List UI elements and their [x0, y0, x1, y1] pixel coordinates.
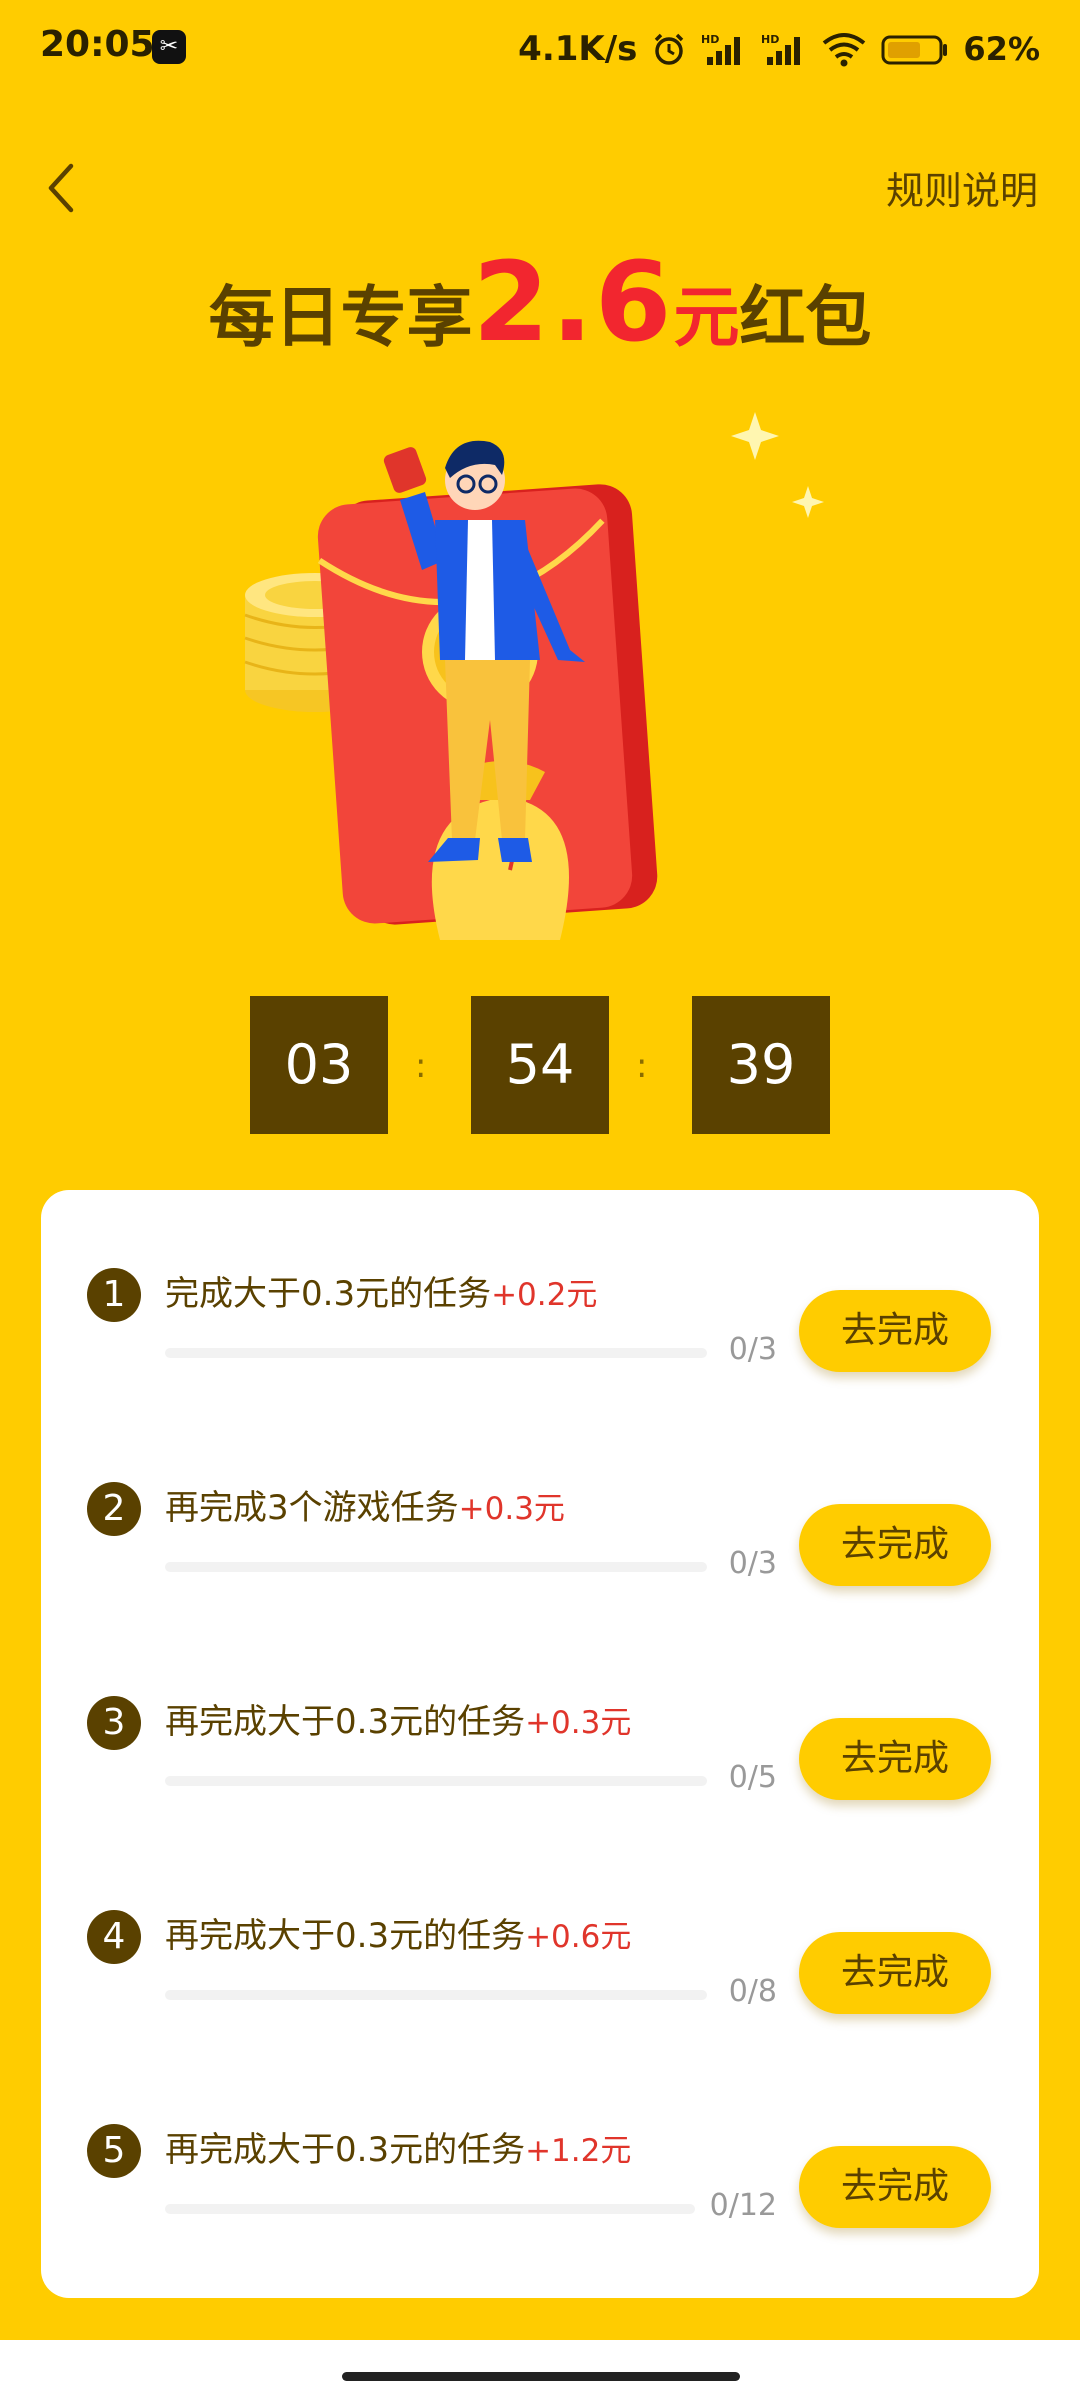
- hd-signal-icon: HD: [701, 33, 741, 65]
- countdown-minutes: 54: [471, 996, 609, 1134]
- title-suffix: 红包: [739, 279, 872, 356]
- countdown-separator: :: [415, 1046, 427, 1086]
- page-title: 每日专享2.6元红包: [0, 238, 1080, 366]
- home-indicator[interactable]: [342, 2372, 740, 2381]
- task-title-text: 完成大于0.3元的任务: [165, 1274, 492, 1314]
- status-icons: 4.1K/s HD HD 62%: [518, 24, 1040, 74]
- network-speed: 4.1K/s: [518, 29, 638, 69]
- task-title: 完成大于0.3元的任务+0.2元: [165, 1266, 597, 1315]
- rules-link[interactable]: 规则说明: [886, 160, 1038, 215]
- task-item: 4 再完成大于0.3元的任务+0.6元 0/8 去完成: [41, 1884, 1039, 2034]
- task-item: 2 再完成3个游戏任务+0.3元 0/3 去完成: [41, 1456, 1039, 1606]
- title-unit: 元: [673, 279, 740, 356]
- task-title-text: 再完成大于0.3元的任务: [165, 1916, 526, 1956]
- complete-task-button[interactable]: 去完成: [799, 1718, 991, 1800]
- battery-icon: [881, 35, 948, 65]
- task-reward: +1.2元: [525, 2133, 632, 2169]
- title-prefix: 每日专享: [208, 279, 473, 356]
- status-bar: 20:05 ✂ 4.1K/s HD HD 62%: [0, 0, 1080, 96]
- task-number-badge: 2: [87, 1482, 141, 1536]
- wifi-icon: [823, 33, 866, 67]
- task-title: 再完成大于0.3元的任务+0.6元: [165, 1908, 631, 1957]
- task-number-badge: 3: [87, 1696, 141, 1750]
- task-list-card: 1 完成大于0.3元的任务+0.2元 0/3 去完成 2 再完成3个游戏任务+0…: [41, 1190, 1039, 2298]
- task-item: 3 再完成大于0.3元的任务+0.3元 0/5 去完成: [41, 1670, 1039, 1820]
- task-title: 再完成大于0.3元的任务+0.3元: [165, 1694, 631, 1743]
- title-amount: 2.6: [472, 238, 674, 366]
- complete-task-button[interactable]: 去完成: [799, 2146, 991, 2228]
- capcut-icon: ✂: [152, 30, 186, 64]
- svg-text:HD: HD: [761, 33, 779, 46]
- svg-text:HD: HD: [701, 33, 719, 46]
- task-number-badge: 4: [87, 1910, 141, 1964]
- task-progress-bar: [165, 1562, 707, 1572]
- countdown-hours: 03: [250, 996, 388, 1134]
- task-progress-bar: [165, 1348, 707, 1358]
- task-title: 再完成3个游戏任务+0.3元: [165, 1480, 565, 1529]
- task-progress-text: 0/8: [728, 1974, 777, 2009]
- task-reward: +0.3元: [525, 1705, 632, 1741]
- task-title-text: 再完成大于0.3元的任务: [165, 1702, 526, 1742]
- countdown-seconds: 39: [692, 996, 830, 1134]
- task-reward: +0.6元: [525, 1919, 632, 1955]
- status-time: 20:05: [40, 24, 155, 65]
- alarm-icon: [655, 33, 684, 65]
- task-progress-bar: [165, 1990, 707, 2000]
- task-number-badge: 1: [87, 1268, 141, 1322]
- task-title-text: 再完成3个游戏任务: [165, 1488, 459, 1528]
- complete-task-button[interactable]: 去完成: [799, 1504, 991, 1586]
- task-item: 1 完成大于0.3元的任务+0.2元 0/3 去完成: [41, 1242, 1039, 1392]
- countdown-timer: 03 : 54 : 39: [250, 996, 830, 1134]
- red-envelope-illustration: ¥: [244, 412, 824, 940]
- task-progress-text: 0/12: [709, 2188, 777, 2223]
- hd-signal-icon: HD: [761, 33, 801, 65]
- task-progress-bar: [165, 2204, 695, 2214]
- complete-task-button[interactable]: 去完成: [799, 1932, 991, 2014]
- task-title: 再完成大于0.3元的任务+1.2元: [165, 2122, 631, 2171]
- battery-percent: 62%: [963, 30, 1040, 68]
- complete-task-button[interactable]: 去完成: [799, 1290, 991, 1372]
- task-reward: +0.2元: [491, 1277, 598, 1313]
- task-reward: +0.3元: [458, 1491, 565, 1527]
- back-button[interactable]: [30, 152, 90, 224]
- countdown-separator: :: [636, 1046, 648, 1086]
- task-item: 5 再完成大于0.3元的任务+1.2元 0/12 去完成: [41, 2098, 1039, 2248]
- chevron-left-icon: [48, 163, 74, 213]
- task-progress-text: 0/3: [728, 1546, 777, 1581]
- task-progress-bar: [165, 1776, 707, 1786]
- system-nav-bar: [0, 2340, 1080, 2400]
- task-progress-text: 0/3: [728, 1332, 777, 1367]
- task-number-badge: 5: [87, 2124, 141, 2178]
- task-title-text: 再完成大于0.3元的任务: [165, 2130, 526, 2170]
- task-progress-text: 0/5: [728, 1760, 777, 1795]
